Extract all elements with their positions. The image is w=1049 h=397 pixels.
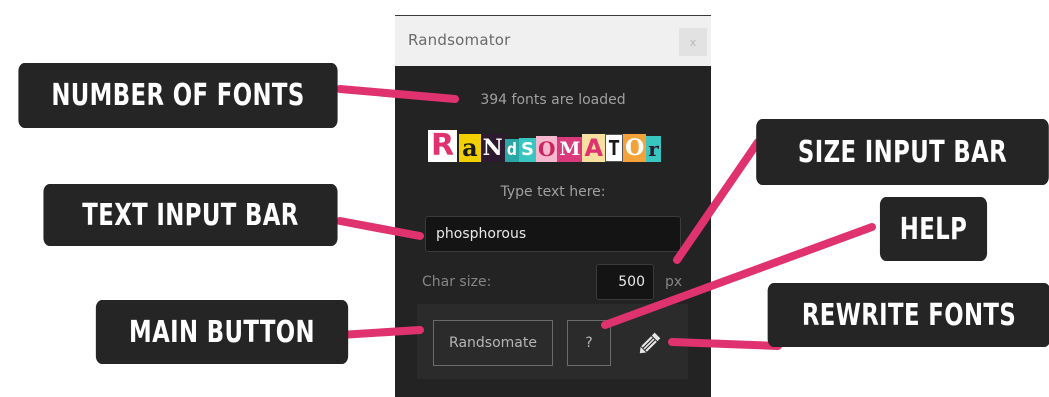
connector-size-input <box>673 138 762 264</box>
connector-rewrite-fonts <box>668 338 782 350</box>
callout-number-of-fonts: NUMBER OF FONTS <box>18 63 338 128</box>
connector-number-of-fonts <box>336 85 459 103</box>
connector-main-button <box>336 326 424 339</box>
callout-help: HELP <box>879 197 988 261</box>
callout-main-button: MAIN BUTTON <box>95 300 349 364</box>
connector-text-input <box>336 217 424 240</box>
callout-rewrite-fonts: REWRITE FONTS <box>767 283 1049 347</box>
callout-size-input-bar: SIZE INPUT BAR <box>756 119 1049 185</box>
callout-text-input-bar: TEXT INPUT BAR <box>43 184 338 246</box>
